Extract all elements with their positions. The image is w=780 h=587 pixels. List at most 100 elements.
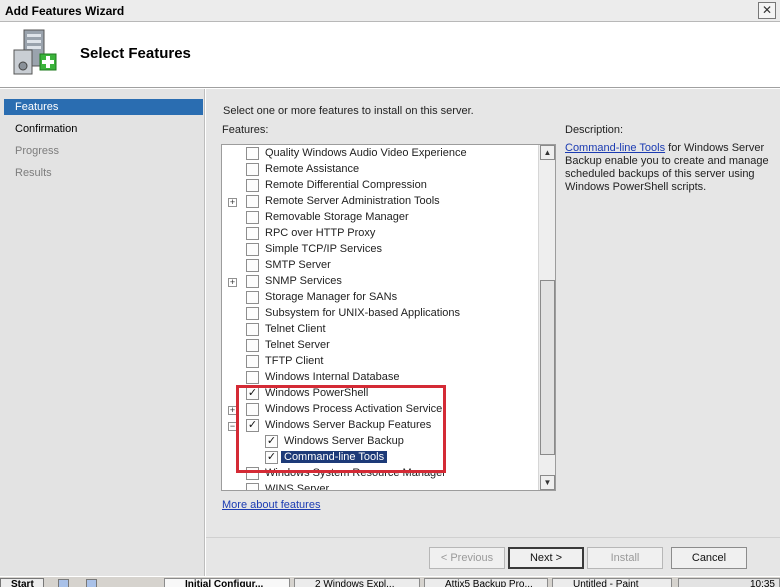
feature-label[interactable]: RPC over HTTP Proxy (265, 227, 375, 239)
feature-row[interactable]: RPC over HTTP Proxy (222, 226, 538, 242)
feature-label[interactable]: SNMP Services (265, 275, 342, 287)
more-about-features-link[interactable]: More about features (222, 499, 320, 511)
next-button[interactable]: Next > (508, 547, 584, 569)
instruction-text: Select one or more features to install o… (223, 105, 474, 117)
feature-label[interactable]: Windows Server Backup (284, 435, 404, 447)
feature-row[interactable]: + Remote Server Administration Tools (222, 194, 538, 210)
feature-label[interactable]: Remote Server Administration Tools (265, 195, 440, 207)
close-icon[interactable]: ✕ (758, 2, 776, 19)
server-add-icon (13, 29, 57, 75)
feature-label[interactable]: Windows Internal Database (265, 371, 400, 383)
checkbox-icon[interactable] (246, 211, 259, 224)
features-tree[interactable]: Quality Windows Audio Video Experience Re… (221, 144, 556, 491)
checkbox-checked-icon[interactable]: ✓ (246, 387, 259, 400)
feature-row[interactable]: Storage Manager for SANs (222, 290, 538, 306)
taskbar-task[interactable]: 2 Windows Expl... (294, 578, 420, 587)
title-bar: Add Features Wizard ✕ (0, 0, 780, 22)
feature-label[interactable]: Subsystem for UNIX-based Applications (265, 307, 460, 319)
checkbox-icon[interactable] (246, 483, 259, 490)
checkbox-icon[interactable] (246, 291, 259, 304)
description-label: Description: (565, 124, 624, 136)
checkbox-checked-icon[interactable]: ✓ (246, 419, 259, 432)
checkbox-icon[interactable] (246, 323, 259, 336)
feature-row[interactable]: SMTP Server (222, 258, 538, 274)
quicklaunch-icon[interactable] (58, 579, 69, 587)
feature-row[interactable]: ✓ Windows PowerShell (222, 386, 538, 402)
scroll-up-icon[interactable]: ▲ (540, 145, 555, 160)
taskbar-task[interactable]: Attix5 Backup Pro... (424, 578, 548, 587)
install-button[interactable]: Install (587, 547, 663, 569)
scroll-down-icon[interactable]: ▼ (540, 475, 555, 490)
feature-row[interactable]: − ✓ Windows Server Backup Features (222, 418, 538, 434)
quicklaunch-icon[interactable] (86, 579, 97, 587)
feature-row[interactable]: Windows System Resource Manager (222, 466, 538, 482)
feature-row[interactable]: Telnet Client (222, 322, 538, 338)
feature-label[interactable]: Command-line Tools (281, 451, 388, 463)
feature-row[interactable]: Simple TCP/IP Services (222, 242, 538, 258)
feature-row[interactable]: Removable Storage Manager (222, 210, 538, 226)
checkbox-icon[interactable] (246, 195, 259, 208)
description-link[interactable]: Command-line Tools (565, 142, 665, 154)
feature-row[interactable]: Subsystem for UNIX-based Applications (222, 306, 538, 322)
feature-row[interactable]: Windows Internal Database (222, 370, 538, 386)
feature-row[interactable]: + SNMP Services (222, 274, 538, 290)
taskbar-task[interactable]: Initial Configur... (164, 578, 290, 587)
feature-label[interactable]: Windows Process Activation Service (265, 403, 442, 415)
feature-label[interactable]: Windows System Resource Manager (265, 467, 446, 479)
feature-label[interactable]: Removable Storage Manager (265, 211, 409, 223)
feature-label[interactable]: Remote Differential Compression (265, 179, 427, 191)
feature-row[interactable]: ✓ Windows Server Backup (222, 434, 538, 450)
feature-label[interactable]: Quality Windows Audio Video Experience (265, 147, 467, 159)
feature-label[interactable]: SMTP Server (265, 259, 331, 271)
step-results: Results (15, 167, 52, 179)
feature-label[interactable]: Storage Manager for SANs (265, 291, 397, 303)
collapse-icon[interactable]: − (228, 422, 237, 431)
page-title: Select Features (80, 45, 191, 62)
features-label: Features: (222, 124, 269, 136)
feature-label[interactable]: Remote Assistance (265, 163, 359, 175)
checkbox-icon[interactable] (246, 467, 259, 480)
step-features[interactable]: Features (4, 99, 203, 115)
cancel-button[interactable]: Cancel (671, 547, 747, 569)
feature-label[interactable]: Windows Server Backup Features (265, 419, 431, 431)
feature-row[interactable]: WINS Server (222, 482, 538, 490)
feature-label[interactable]: TFTP Client (265, 355, 323, 367)
checkbox-icon[interactable] (246, 275, 259, 288)
taskbar-task[interactable]: Untitled - Paint (552, 578, 672, 587)
feature-label[interactable]: WINS Server (265, 483, 329, 490)
start-button[interactable]: Start (0, 578, 44, 587)
feature-row[interactable]: Remote Differential Compression (222, 178, 538, 194)
feature-label[interactable]: Telnet Client (265, 323, 326, 335)
expand-icon[interactable]: + (228, 278, 237, 287)
checkbox-icon[interactable] (246, 147, 259, 160)
feature-row[interactable]: Quality Windows Audio Video Experience (222, 146, 538, 162)
expand-icon[interactable]: + (228, 406, 237, 415)
checkbox-icon[interactable] (246, 371, 259, 384)
scroll-thumb[interactable] (540, 280, 555, 455)
feature-row[interactable]: ✓ Command-line Tools (222, 450, 538, 466)
feature-row[interactable]: TFTP Client (222, 354, 538, 370)
checkbox-icon[interactable] (246, 227, 259, 240)
checkbox-icon[interactable] (246, 259, 259, 272)
step-confirmation[interactable]: Confirmation (4, 121, 203, 137)
expand-icon[interactable]: + (228, 198, 237, 207)
checkbox-checked-icon[interactable]: ✓ (265, 451, 278, 464)
checkbox-icon[interactable] (246, 243, 259, 256)
feature-row[interactable]: + Windows Process Activation Service (222, 402, 538, 418)
feature-label[interactable]: Windows PowerShell (265, 387, 368, 399)
wizard-steps-pane: Features Confirmation Progress Results (0, 89, 205, 576)
checkbox-checked-icon[interactable]: ✓ (265, 435, 278, 448)
checkbox-icon[interactable] (246, 307, 259, 320)
feature-label[interactable]: Simple TCP/IP Services (265, 243, 382, 255)
checkbox-icon[interactable] (246, 179, 259, 192)
feature-row[interactable]: Remote Assistance (222, 162, 538, 178)
window-title: Add Features Wizard (5, 4, 125, 18)
checkbox-icon[interactable] (246, 403, 259, 416)
checkbox-icon[interactable] (246, 355, 259, 368)
checkbox-icon[interactable] (246, 339, 259, 352)
tree-scrollbar[interactable]: ▲ ▼ (538, 145, 555, 490)
feature-label[interactable]: Telnet Server (265, 339, 330, 351)
previous-button[interactable]: < Previous (429, 547, 505, 569)
checkbox-icon[interactable] (246, 163, 259, 176)
feature-row[interactable]: Telnet Server (222, 338, 538, 354)
